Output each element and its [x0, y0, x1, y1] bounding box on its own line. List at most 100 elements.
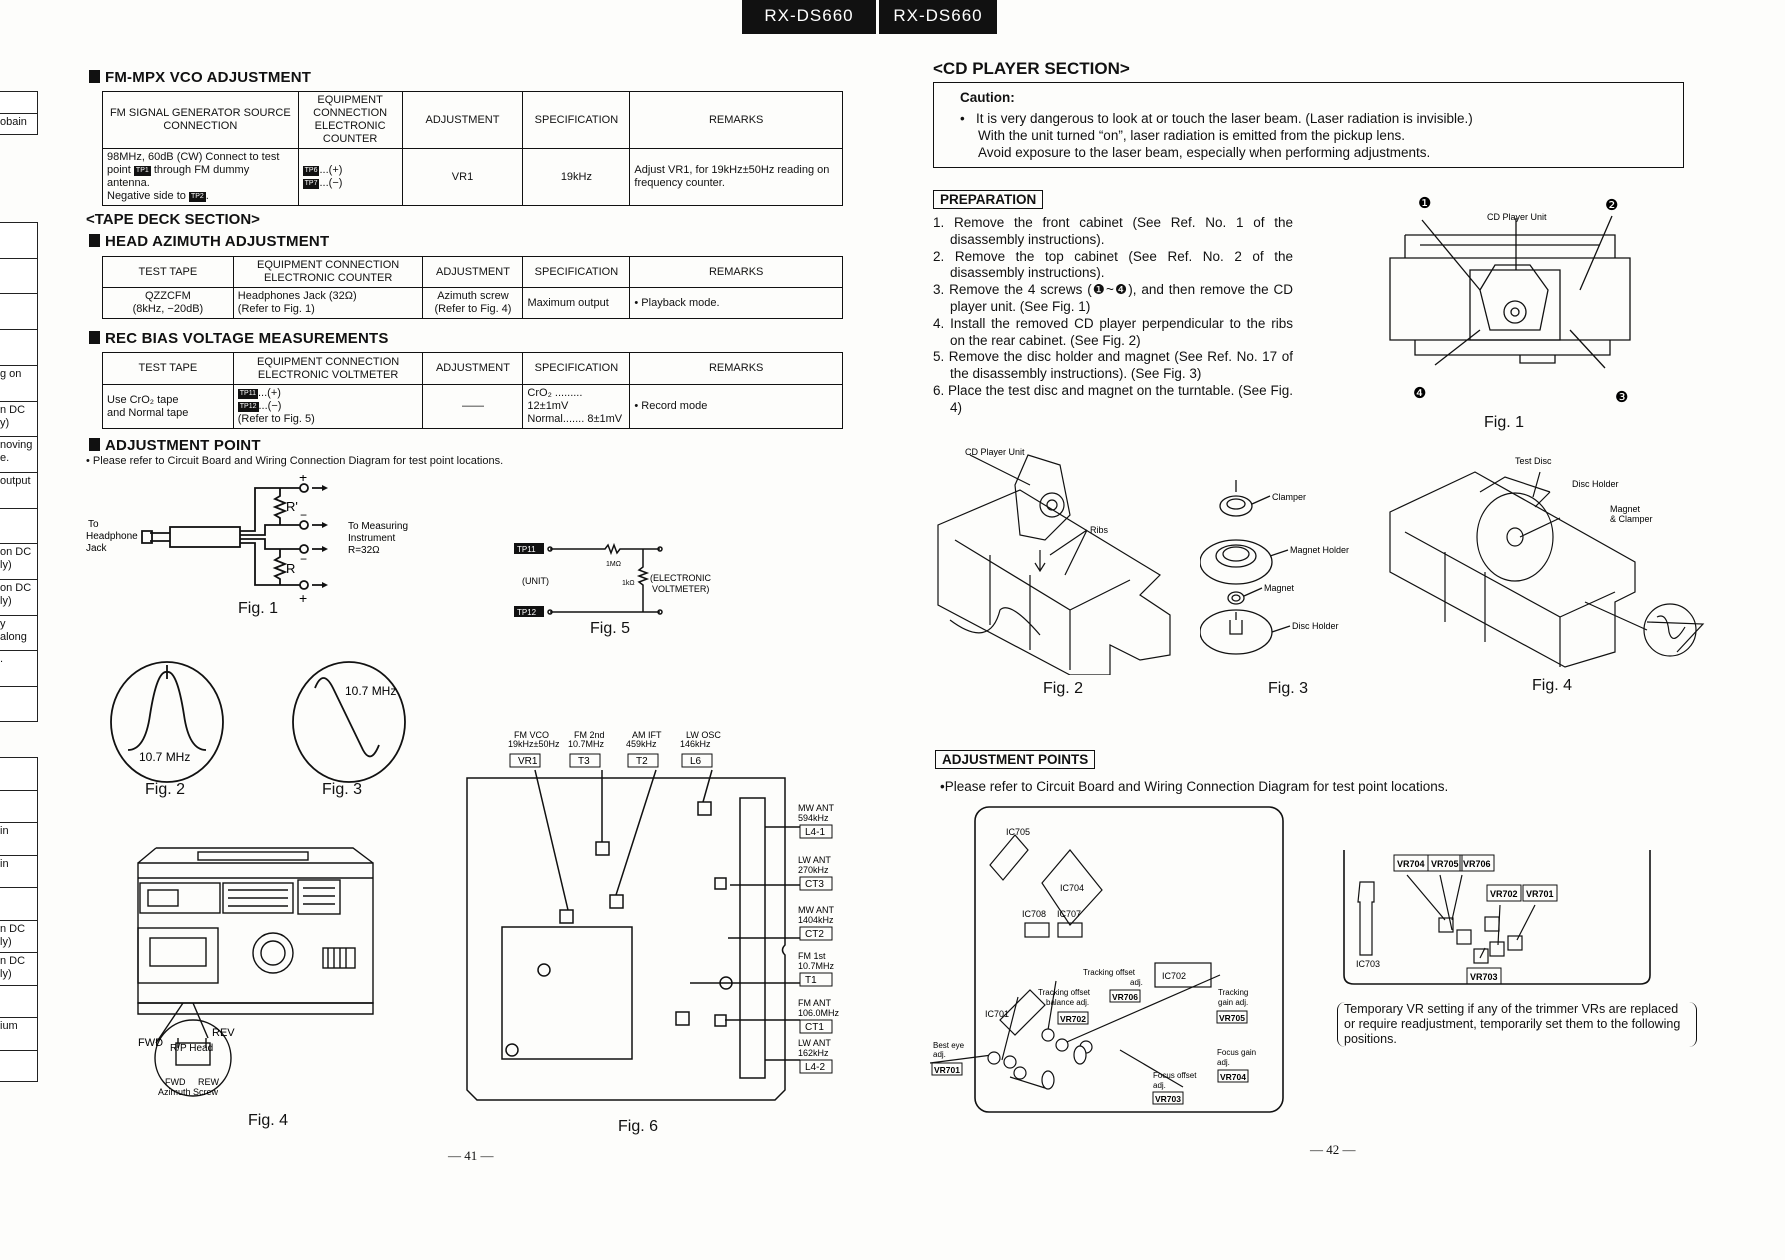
tape-deck-section-title: <TAPE DECK SECTION> [86, 211, 260, 228]
fig1-measuring: To Measuring [348, 521, 408, 532]
cropped-cell [0, 223, 37, 259]
preparation-step: 4. Install the removed CD player perpend… [933, 315, 1293, 348]
test-tape-cell: QZZCFM (8kHz, −20dB) [102, 287, 234, 319]
connection-cell: TP6 ...(+) TP7 ...(−) [297, 148, 403, 206]
col-header: ADJUSTMENT [422, 352, 524, 385]
fig4-fwd: FWD [138, 1037, 163, 1049]
tracking-offset-label: adj. [1130, 978, 1143, 987]
cd-fig1-unit-removal: ❶ ❷ ❸ ❹ CD Player Unit [1389, 195, 1631, 406]
vr702-label: VR702 [1060, 1014, 1086, 1024]
fig6-top-value: 146kHz [680, 739, 711, 749]
rec-bias-heading: REC BIAS VOLTAGE MEASUREMENTS [89, 330, 389, 347]
preparation-step: 6. Place the test disc and magnet on the… [933, 382, 1293, 415]
screw-1-marker: ❶ [1418, 195, 1431, 212]
fig6-side-value: 106.0MHz [798, 1008, 840, 1018]
fig1-measuring: Instrument [348, 533, 395, 544]
preparation-step: 1. Remove the front cabinet (See Ref. No… [933, 215, 1293, 247]
cropped-cell: n DC ly) [0, 921, 37, 953]
remarks-cell: Adjust VR1, for 19kHz±50Hz reading on fr… [629, 148, 843, 206]
vr706-label: VR706 [1463, 859, 1491, 869]
tracking-gain-label: Tracking [1218, 988, 1248, 997]
col-header: EQUIPMENT CONNECTION ELECTRONIC COUNTER [232, 256, 424, 288]
fig6-tuner-board: FM VCO19kHz±50HzVR1FM 2nd10.7MHzT3AM IFT… [466, 730, 840, 1101]
fig4-label: Fig. 4 [248, 1112, 289, 1129]
fig6-side-value: 594kHz [798, 813, 829, 823]
preparation-title: PREPARATION [933, 190, 1044, 209]
ic704-label: IC704 [1060, 883, 1084, 893]
fig1-r: R [286, 561, 295, 576]
preparation-step: 5. Remove the disc holder and magnet (Se… [933, 349, 1293, 382]
vr705-label: VR705 [1431, 859, 1459, 869]
cropped-table-lower: in in n DC ly) n DC ly) ium [0, 757, 38, 1082]
vr705-label: VR705 [1219, 1013, 1245, 1023]
temporary-vr-note: Temporary VR setting if any of the trimm… [1337, 1002, 1697, 1047]
fig3-magnet-holder-label: Magnet Holder [1290, 545, 1349, 555]
fig1-plus: + [299, 590, 307, 606]
fig3-freq: 10.7 MHz [345, 684, 396, 698]
preparation-step: 3. Remove the 4 screws (❶~❹), and then r… [933, 282, 1293, 314]
fig4-azimuth: Azimuth Screw [158, 1087, 219, 1097]
tracking-offset-label: Tracking offset [1083, 968, 1136, 977]
cd-fig2-label: Fig. 2 [1043, 680, 1084, 697]
screw-4-marker: ❹ [1413, 385, 1426, 402]
cropped-cell: obain [0, 114, 37, 134]
fig1-minus: − [300, 508, 307, 522]
cropped-table-middle: g on n DC y) noving e. output on DC ly) on DC… [0, 222, 38, 722]
cropped-cell [0, 791, 37, 823]
col-header: EQUIPMENT CONNECTION ELECTRONIC VOLTMETE… [232, 352, 424, 385]
caution-line: • It is very dangerous to look at or tou… [960, 111, 1473, 126]
fm-mpx-heading: FM-MPX VCO ADJUSTMENT [89, 69, 311, 86]
adjustment-cell: —— [422, 384, 524, 429]
vr702-label: VR702 [1490, 889, 1518, 899]
fm-mpx-table: FM SIGNAL GENERATOR SOURCE CONNECTION EQ… [102, 91, 843, 206]
fig6-top-value: 19kHz±50Hz [508, 739, 560, 749]
tob-label: balance adj. [1046, 998, 1089, 1007]
fig5-r2: 1kΩ [622, 580, 635, 587]
cd-fig2-ribs-label: Ribs [1090, 525, 1109, 535]
col-header: ADJUSTMENT [401, 91, 524, 149]
col-header: REMARKS [629, 352, 843, 385]
fig6-top-part: T3 [578, 756, 590, 767]
cd-section-title: <CD PLAYER SECTION> [933, 59, 1130, 78]
connection-cell: TP11 ...(+) TP12 ...(−) (Refer to Fig. 5) [232, 384, 424, 429]
col-header: ADJUSTMENT [422, 256, 524, 288]
vr703-label: VR703 [1155, 1094, 1181, 1104]
fig1-headphone: Headphone [86, 531, 138, 542]
tracking-gain-label: gain adj. [1218, 998, 1248, 1007]
preparation-steps: 1. Remove the front cabinet (See Ref. No… [933, 215, 1293, 417]
caution-line: Avoid exposure to the laser beam, especi… [978, 145, 1431, 160]
cropped-cell: g on [0, 366, 37, 402]
fig1-plus: + [299, 475, 307, 485]
fig3-clamper-label: Clamper [1272, 492, 1306, 502]
cropped-cell [0, 294, 37, 331]
ic705-label: IC705 [1006, 827, 1030, 837]
fig6-top-part: T2 [636, 756, 648, 767]
cropped-cell: n DC y) [0, 402, 37, 438]
fig3-disc-holder-label: Disc Holder [1292, 621, 1339, 631]
temporary-vr-positions: VR704 VR705 VR706 VR702 VR701 VR703 IC703 [1343, 850, 1651, 985]
fig2-fig3-scopes: 10.7 MHz 10.7 MHz [110, 661, 406, 783]
connection-cell: Headphones Jack (32Ω) (Refer to Fig. 1) [232, 287, 424, 319]
fig2-label: Fig. 2 [145, 781, 186, 798]
cd-fig2-unit-installed: CD Player Unit Ribs [937, 447, 1171, 675]
specification-cell: Maximum output [522, 287, 631, 319]
cd-fig3-disc-holder-parts: Clamper Magnet Holder Magnet Disc Holder [1200, 480, 1349, 655]
fig1-jack: Jack [86, 543, 108, 554]
fig6-side-value: 10.7MHz [798, 961, 835, 971]
cropped-cell: output [0, 473, 37, 509]
cropped-cell: in [0, 823, 37, 856]
fig5-voltmeter: (ELECTRONIC [650, 573, 712, 583]
fig5-voltmeter: VOLTMETER) [652, 584, 709, 594]
cropped-cell [0, 986, 37, 1018]
cropped-cell: on DC ly) [0, 580, 37, 616]
remarks-cell: • Playback mode. [629, 287, 843, 319]
fig6-side-part: CT3 [805, 879, 824, 890]
model-label-left: RX-DS660 [742, 0, 876, 34]
fig5-voltmeter-circuit: TP11 TP12 1MΩ 1kΩ (UNIT) (ELECTRONIC VOL… [514, 542, 712, 617]
cropped-cell: y along [0, 616, 37, 652]
col-header: REMARKS [629, 256, 843, 288]
focus-offset-label: Focus offset [1153, 1071, 1197, 1080]
cd-fig3-label: Fig. 3 [1268, 680, 1309, 697]
caution-box: Caution: • It is very dangerous to look … [933, 82, 1684, 168]
ic708-label: IC708 [1022, 909, 1046, 919]
